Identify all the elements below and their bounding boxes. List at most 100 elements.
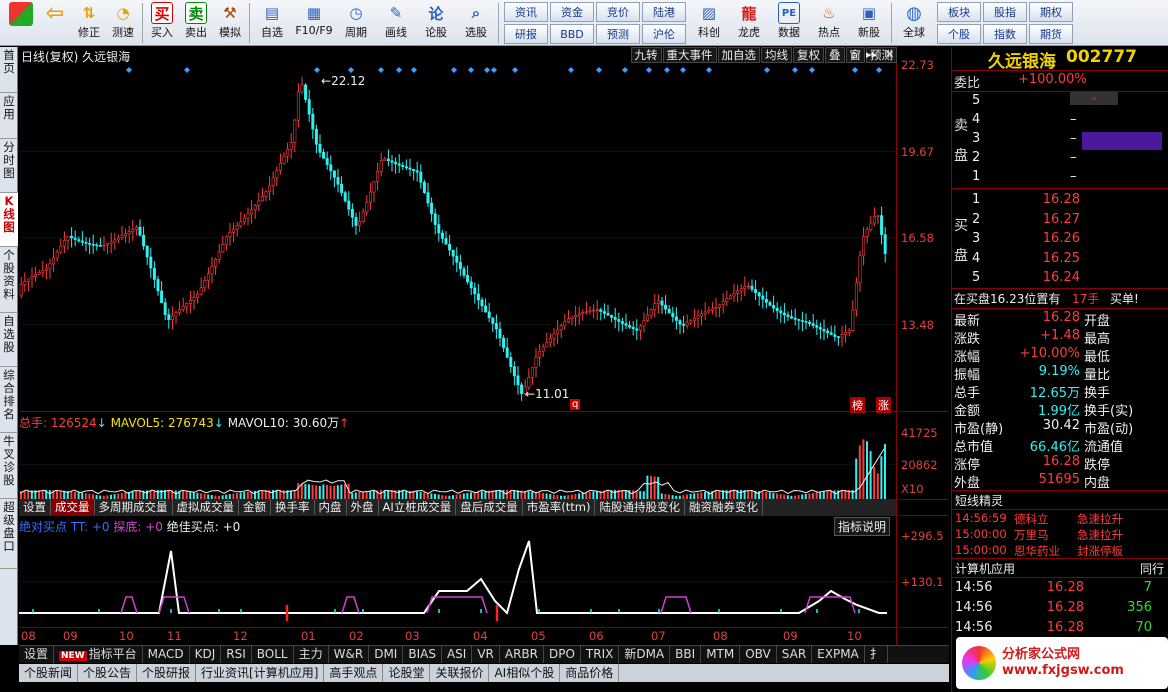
indicator-tab[interactable]: 新DMA bbox=[619, 646, 671, 663]
tab-intraday[interactable]: 分时图 bbox=[0, 139, 18, 193]
tab-ranking[interactable]: 综合排名 bbox=[0, 367, 18, 433]
limit-up-marker[interactable]: 涨 bbox=[876, 397, 891, 413]
vtab-ai[interactable]: AI立桩成交量 bbox=[379, 499, 457, 515]
event-diamond-icon[interactable] bbox=[646, 67, 652, 73]
event-diamond-icon[interactable] bbox=[792, 67, 798, 73]
event-diamond-icon[interactable] bbox=[568, 67, 574, 73]
event-diamond-icon[interactable] bbox=[396, 67, 402, 73]
tab-super-panel[interactable]: 超级盘口 bbox=[0, 499, 18, 569]
candlestick-chart[interactable] bbox=[19, 47, 896, 411]
vtab-inner[interactable]: 内盘 bbox=[315, 499, 347, 515]
event-diamond-icon[interactable] bbox=[764, 67, 770, 73]
indicator-tab[interactable]: KDJ bbox=[190, 646, 222, 663]
speedtest-button[interactable]: ◔ 测速 bbox=[106, 0, 140, 44]
forum-button[interactable]: 论论股 bbox=[416, 0, 456, 44]
indicator-tab[interactable]: DMI bbox=[369, 646, 404, 663]
industry-row[interactable]: 计算机应用 同行 bbox=[952, 560, 1168, 578]
options-button[interactable]: 期权 bbox=[1029, 2, 1073, 22]
news-tab[interactable]: 关联报价 bbox=[430, 664, 490, 682]
event-diamond-icon[interactable] bbox=[512, 67, 518, 73]
back-button[interactable]: ⇦ bbox=[38, 0, 72, 44]
event-diamond-icon[interactable] bbox=[184, 67, 190, 73]
vtab-pe[interactable]: 市盈率(ttm) bbox=[523, 499, 596, 515]
stock-pick-button[interactable]: ⌕ 选股 bbox=[456, 0, 496, 44]
news-tab[interactable]: 商品价格 bbox=[560, 664, 620, 682]
chart-panel[interactable]: 日线(复权) 久远银海 九转 重大事件 加自选 均线 复权 叠 窗 预测 ⌂ ▸… bbox=[19, 47, 949, 645]
vtab-margin[interactable]: 融资融券变化 bbox=[685, 499, 763, 515]
sector-button[interactable]: 板块 bbox=[937, 2, 981, 22]
buy-button[interactable]: 买买入 bbox=[145, 0, 179, 44]
short-elf-title[interactable]: 短线精灵 bbox=[952, 492, 1168, 510]
event-diamond-icon[interactable] bbox=[126, 67, 132, 73]
star-market-button[interactable]: ▨ 科创 bbox=[689, 0, 729, 44]
news-tab[interactable]: 高手观点 bbox=[324, 664, 384, 682]
news-button[interactable]: 资讯 bbox=[504, 2, 548, 22]
indicator-tab[interactable]: ARBR bbox=[500, 646, 544, 663]
event-diamond-icon[interactable] bbox=[680, 67, 686, 73]
event-diamond-icon[interactable] bbox=[809, 67, 815, 73]
research-button[interactable]: 研报 bbox=[504, 24, 548, 44]
indicator-tab[interactable]: DPO bbox=[544, 646, 581, 663]
news-tab[interactable]: 论股堂 bbox=[383, 664, 431, 682]
vtab-after-hours[interactable]: 盘后成交量 bbox=[456, 499, 523, 515]
indicator-tab[interactable]: BIAS bbox=[403, 646, 442, 663]
indicator-tab[interactable]: EXPMA bbox=[812, 646, 865, 663]
news-tab[interactable]: 个股新闻 bbox=[19, 664, 79, 682]
indicator-tab[interactable]: NEW 指标平台 bbox=[54, 646, 143, 663]
event-diamond-icon[interactable] bbox=[378, 67, 384, 73]
indicator-tab[interactable]: VR bbox=[472, 646, 500, 663]
tab-diagnose[interactable]: 牛叉诊股 bbox=[0, 433, 18, 499]
tab-apps[interactable]: 应用 bbox=[0, 93, 18, 139]
news-tab[interactable]: 行业资讯[计算机应用] bbox=[196, 664, 325, 682]
forecast-button[interactable]: 预测 bbox=[596, 24, 640, 44]
event-diamond-icon[interactable] bbox=[596, 67, 602, 73]
indicator-chart[interactable] bbox=[19, 531, 896, 627]
event-diamond-icon[interactable] bbox=[411, 67, 417, 73]
fund-button[interactable]: 资金 bbox=[550, 2, 594, 22]
event-diamond-icon[interactable] bbox=[451, 67, 457, 73]
global-button[interactable]: ◍ 全球 bbox=[894, 0, 934, 44]
indicator-tab[interactable]: 主力 bbox=[294, 646, 329, 663]
vtab-virtual[interactable]: 虚拟成交量 bbox=[173, 499, 239, 515]
event-diamond-icon[interactable] bbox=[852, 67, 858, 73]
shanghai-london-button[interactable]: 沪伦 bbox=[642, 24, 686, 44]
vtab-amount[interactable]: 金额 bbox=[239, 499, 271, 515]
indicator-tab[interactable]: TRIX bbox=[581, 646, 620, 663]
event-diamond-icon[interactable] bbox=[706, 67, 712, 73]
indicator-tab[interactable]: W&R bbox=[329, 646, 370, 663]
news-tab[interactable]: 个股研报 bbox=[137, 664, 197, 682]
news-tab[interactable]: 个股公告 bbox=[78, 664, 138, 682]
event-diamond-icon[interactable] bbox=[348, 67, 354, 73]
indicator-tab[interactable]: OBV bbox=[740, 646, 777, 663]
sell-button[interactable]: 卖卖出 bbox=[179, 0, 213, 44]
volume-chart[interactable] bbox=[19, 413, 896, 499]
q-marker[interactable]: q bbox=[570, 399, 581, 410]
indicator-tab[interactable]: MACD bbox=[143, 646, 190, 663]
indicator-tab[interactable]: RSI bbox=[221, 646, 252, 663]
f10-button[interactable]: ▦ F10/F9 bbox=[292, 0, 336, 44]
rank-marker[interactable]: 榜 bbox=[850, 397, 865, 413]
indicator-tab[interactable]: ASI bbox=[442, 646, 473, 663]
bbd-button[interactable]: BBD bbox=[550, 24, 594, 44]
hk-connect-button[interactable]: 陆港 bbox=[642, 2, 686, 22]
ipo-button[interactable]: ▣ 新股 bbox=[849, 0, 889, 44]
vtab-multi-period[interactable]: 多周期成交量 bbox=[95, 499, 173, 515]
index-futures-button[interactable]: 股指 bbox=[983, 2, 1027, 22]
futures-button[interactable]: 期货 bbox=[1029, 24, 1073, 44]
auction-button[interactable]: 竞价 bbox=[596, 2, 640, 22]
vtab-settings[interactable]: 设置 bbox=[19, 499, 51, 515]
dragon-tiger-button[interactable]: 龍龙虎 bbox=[729, 0, 769, 44]
vtab-volume[interactable]: 成交量 bbox=[51, 499, 95, 515]
index-button[interactable]: 指数 bbox=[983, 24, 1027, 44]
watchlist-button[interactable]: ▤ 自选 bbox=[252, 0, 292, 44]
indicator-tab[interactable]: SAR bbox=[777, 646, 813, 663]
vtab-turnover[interactable]: 换手率 bbox=[271, 499, 315, 515]
indicator-tab[interactable]: BOLL bbox=[252, 646, 294, 663]
period-button[interactable]: ◷ 周期 bbox=[336, 0, 376, 44]
indicator-tab[interactable]: 设置 bbox=[19, 646, 55, 663]
data-button[interactable]: PE 数据 bbox=[769, 0, 809, 44]
event-diamond-icon[interactable] bbox=[491, 67, 497, 73]
stocks-button[interactable]: 个股 bbox=[937, 24, 981, 44]
event-diamond-icon[interactable] bbox=[622, 67, 628, 73]
tab-kline[interactable]: K线图 bbox=[0, 193, 18, 247]
